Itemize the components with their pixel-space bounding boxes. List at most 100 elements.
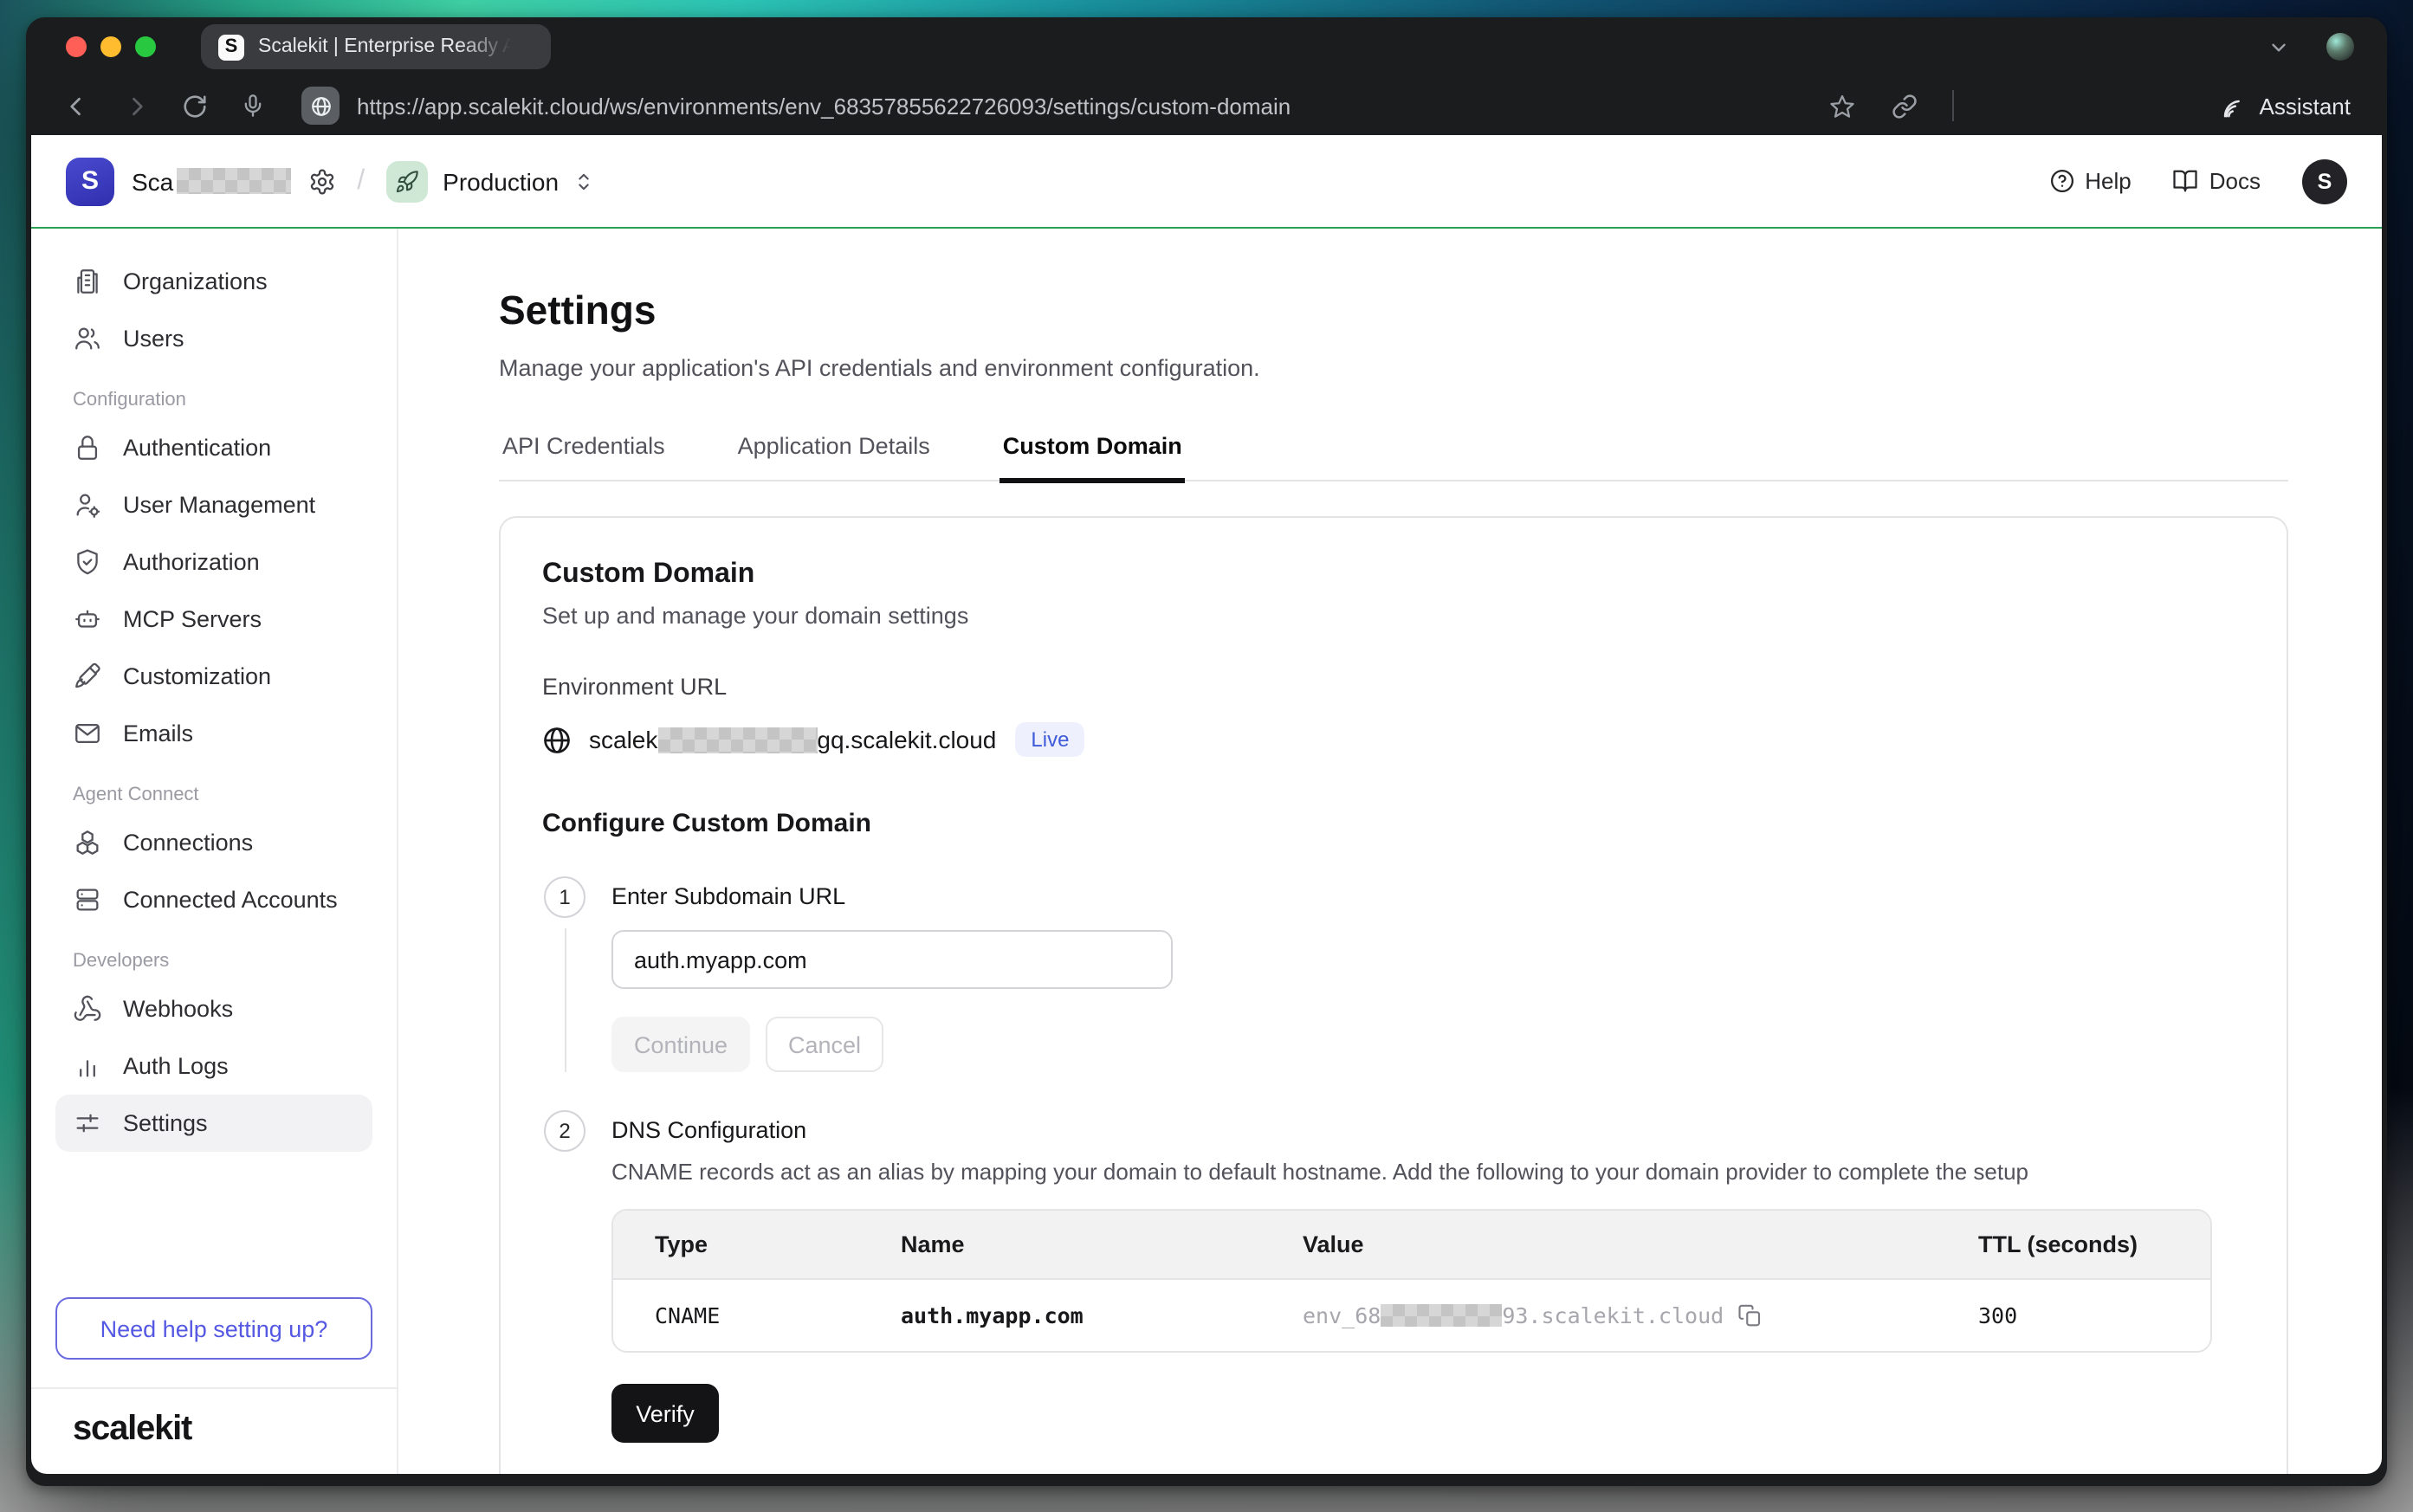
sidebar-item-label: Webhooks [123, 996, 233, 1022]
col-name: Name [901, 1231, 1303, 1257]
tab-custom-domain[interactable]: Custom Domain [999, 423, 1186, 480]
environment-selector[interactable]: Production [443, 167, 559, 195]
sidebar-section-developers: Developers [55, 951, 372, 972]
subdomain-input[interactable] [611, 930, 1173, 989]
sidebar-item-label: Authorization [123, 549, 260, 575]
window-controls [66, 36, 156, 57]
sidebar-section-agent-connect: Agent Connect [55, 785, 372, 805]
building-icon [73, 267, 102, 296]
cancel-button[interactable]: Cancel [766, 1017, 883, 1072]
sidebar-item-organizations[interactable]: Organizations [55, 253, 372, 310]
screen: S Scalekit | Enterprise Ready A [0, 0, 2413, 1512]
docs-button[interactable]: Docs [2173, 168, 2261, 194]
assistant-button[interactable]: Assistant [2222, 93, 2352, 119]
mail-icon [73, 719, 102, 748]
record-value: env_6893.scalekit.cloud [1303, 1302, 1978, 1328]
bookmark-star-icon[interactable] [1821, 85, 1863, 126]
dns-table: Type Name Value TTL (seconds) CNAME auth… [611, 1209, 2212, 1353]
help-button[interactable]: Help [2048, 168, 2132, 194]
breadcrumb-separator: / [357, 165, 365, 197]
sidebar-item-authorization[interactable]: Authorization [55, 533, 372, 591]
desktop-background: S Scalekit | Enterprise Ready A [0, 0, 2413, 1512]
users-icon [73, 324, 102, 353]
browser-tab[interactable]: S Scalekit | Enterprise Ready A [201, 24, 551, 69]
assistant-icon [2222, 93, 2248, 119]
sidebar-item-authentication[interactable]: Authentication [55, 419, 372, 476]
sidebar-item-label: Customization [123, 663, 271, 689]
sidebar-item-label: Emails [123, 720, 193, 746]
docs-label: Docs [2209, 168, 2261, 194]
sidebar-item-customization[interactable]: Customization [55, 648, 372, 705]
browser-profile-avatar[interactable] [2326, 33, 2354, 61]
environment-url-row: scalekgq.scalekit.cloud Live [542, 722, 2245, 757]
verify-button[interactable]: Verify [611, 1384, 719, 1443]
minimize-window-button[interactable] [100, 36, 121, 57]
sidebar-item-connections[interactable]: Connections [55, 814, 372, 871]
address-bar[interactable]: https://app.scalekit.cloud/ws/environmen… [357, 93, 1804, 119]
page-title: Settings [499, 288, 2288, 334]
step-connector-line [564, 928, 566, 1072]
forward-icon[interactable] [114, 85, 156, 126]
assistant-label: Assistant [2260, 93, 2352, 119]
sidebar-item-connected-accounts[interactable]: Connected Accounts [55, 871, 372, 928]
continue-button[interactable]: Continue [611, 1017, 750, 1072]
gear-icon[interactable] [308, 167, 336, 195]
dns-configuration-label: DNS Configuration [611, 1117, 2245, 1143]
shield-check-icon [73, 547, 102, 577]
tab-api-credentials[interactable]: API Credentials [499, 423, 669, 480]
col-value: Value [1303, 1231, 1978, 1257]
browser-window: S Scalekit | Enterprise Ready A [26, 17, 2387, 1486]
sidebar-item-users[interactable]: Users [55, 310, 372, 367]
browser-toolbar: https://app.scalekit.cloud/ws/environmen… [31, 76, 2382, 135]
tab-application-details[interactable]: Application Details [734, 423, 934, 480]
sidebar-item-emails[interactable]: Emails [55, 705, 372, 762]
copy-link-icon[interactable] [1884, 85, 1925, 126]
step-1: 1 Enter Subdomain URL Continue Cancel [542, 876, 2245, 1072]
workspace-logo[interactable]: S [66, 157, 114, 205]
page-subtitle: Manage your application's API credential… [499, 355, 2288, 381]
record-type: CNAME [655, 1302, 901, 1328]
close-window-button[interactable] [66, 36, 87, 57]
sidebar-item-label: User Management [123, 492, 315, 518]
sidebar-item-user-management[interactable]: User Management [55, 476, 372, 533]
toolbar-divider [1953, 90, 1955, 121]
user-avatar[interactable]: S [2302, 158, 2347, 204]
sidebar-item-settings[interactable]: Settings [55, 1095, 372, 1152]
sidebar-item-label: MCP Servers [123, 606, 262, 632]
rocket-icon [385, 160, 427, 202]
chevrons-up-down-icon[interactable] [571, 169, 595, 193]
sidebar-item-webhooks[interactable]: Webhooks [55, 980, 372, 1037]
cubes-icon [73, 828, 102, 857]
environment-url-label: Environment URL [542, 674, 2245, 700]
sidebar-item-label: Users [123, 326, 184, 352]
app-header: S Sca / Production [31, 135, 2382, 229]
redacted-record-value [1381, 1304, 1502, 1327]
main-content: Settings Manage your application's API c… [398, 229, 2382, 1474]
web-content: S Sca / Production [31, 135, 2382, 1474]
col-type: Type [655, 1231, 901, 1257]
custom-domain-card: Custom Domain Set up and manage your dom… [499, 516, 2288, 1474]
workspace-name[interactable]: Sca [132, 167, 173, 195]
dns-table-header: Type Name Value TTL (seconds) [613, 1211, 2210, 1278]
book-icon [2173, 168, 2199, 194]
environment-url-value: scalekgq.scalekit.cloud [589, 726, 996, 753]
configure-heading: Configure Custom Domain [542, 809, 2245, 838]
back-icon[interactable] [55, 85, 97, 126]
need-help-button[interactable]: Need help setting up? [55, 1297, 372, 1360]
mic-icon[interactable] [232, 85, 274, 126]
reload-icon[interactable] [173, 85, 215, 126]
user-gear-icon [73, 490, 102, 520]
copy-icon[interactable] [1737, 1302, 1763, 1328]
step-2-number: 2 [544, 1110, 585, 1152]
sidebar-item-mcp-servers[interactable]: MCP Servers [55, 591, 372, 648]
record-ttl: 300 [1978, 1302, 2169, 1328]
sidebar-item-label: Organizations [123, 268, 268, 294]
settings-tabs: API Credentials Application Details Cust… [499, 423, 2288, 481]
sidebar-item-auth-logs[interactable]: Auth Logs [55, 1037, 372, 1095]
dns-table-row: CNAME auth.myapp.com env_6893.scalekit.c… [613, 1278, 2210, 1351]
site-info-globe-icon[interactable] [301, 87, 340, 125]
live-badge: Live [1015, 722, 1084, 757]
chevron-down-icon[interactable] [2257, 26, 2299, 68]
zoom-window-button[interactable] [135, 36, 156, 57]
step-1-number: 1 [544, 876, 585, 918]
